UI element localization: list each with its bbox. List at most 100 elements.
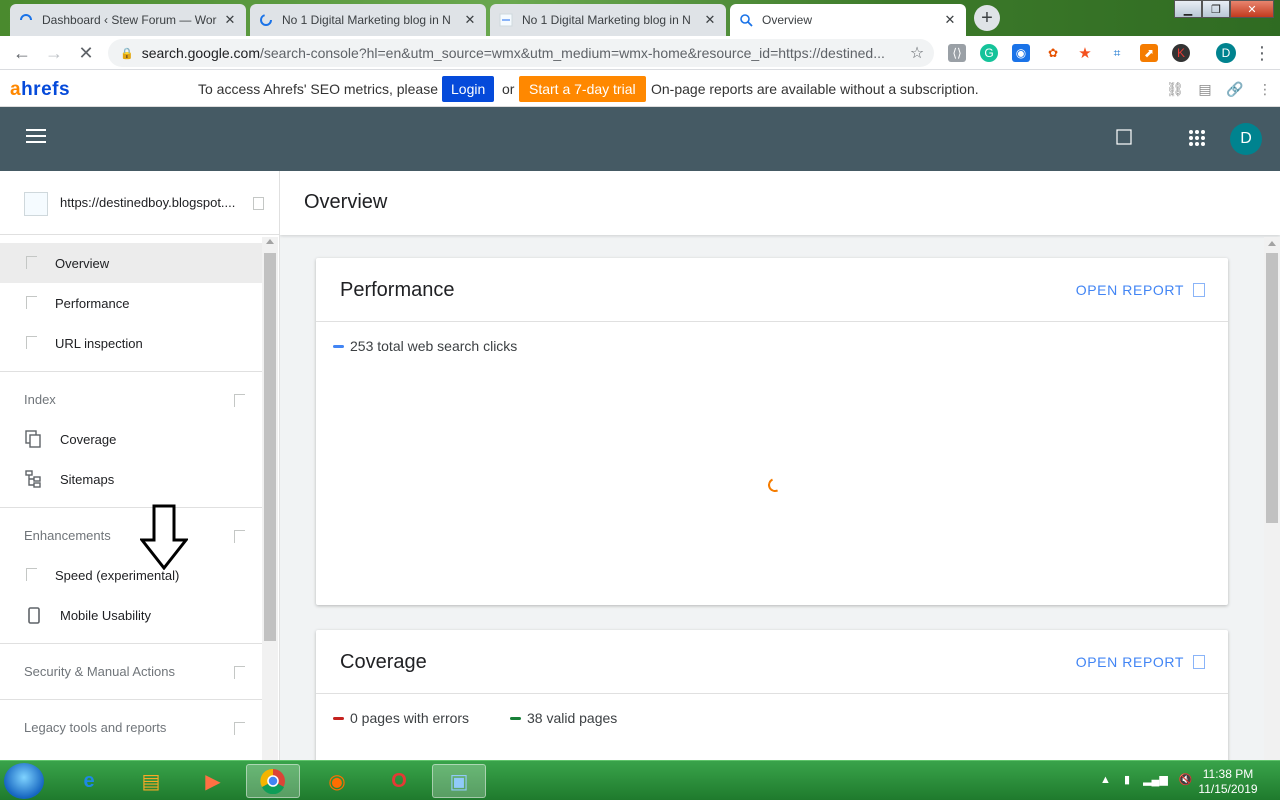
dropdown-icon[interactable] <box>253 197 264 210</box>
new-tab-button[interactable]: + <box>974 5 1000 31</box>
url-host: search.google.com <box>141 45 260 61</box>
search-console-header <box>0 107 1280 171</box>
close-tab-icon[interactable]: ✕ <box>702 12 718 28</box>
scroll-up-icon[interactable] <box>1268 241 1276 246</box>
legend-item: 38 valid pages <box>510 710 617 726</box>
tray-expand-icon[interactable]: ▲ <box>1100 774 1111 786</box>
ahrefs-trial-button[interactable]: Start a 7-day trial <box>519 76 646 102</box>
volume-muted-icon[interactable]: 🔇 <box>1179 774 1193 786</box>
windows-taskbar: e ▤ ▶ ◉ O ▣ ▲ ▮ ▂▄▆ 🔇 11:38 PM 11/15/201… <box>0 760 1280 800</box>
sidebar-item-sitemaps[interactable]: Sitemaps <box>0 459 262 499</box>
sidebar-item-overview[interactable]: Overview <box>0 243 262 283</box>
system-clock[interactable]: 11:38 PM 11/15/2019 <box>1196 767 1260 797</box>
back-icon[interactable]: ← <box>10 41 34 65</box>
sidebar-item-label: Mobile Usability <box>60 607 152 623</box>
address-bar[interactable]: 🔒 search.google.com /search-console?hl=e… <box>108 39 934 67</box>
sidebar-scrollbar[interactable] <box>262 237 278 760</box>
scrollbar-thumb[interactable] <box>1266 253 1278 523</box>
forward-icon[interactable]: → <box>42 41 66 65</box>
browser-toolbar: ← → ✕ 🔒 search.google.com /search-consol… <box>0 36 1280 70</box>
open-report-icon[interactable] <box>1193 283 1205 297</box>
coverage-card: Coverage OPEN REPORT 0 pages with errors… <box>316 630 1228 760</box>
grid-extension-icon[interactable]: ⌗ <box>1108 44 1126 62</box>
home-icon <box>26 256 37 269</box>
sidebar-item-coverage[interactable]: Coverage <box>0 419 262 459</box>
sidebar-item-label: Sitemaps <box>60 471 115 487</box>
picture-viewer-icon[interactable]: ▣ <box>432 764 486 798</box>
network-icon[interactable]: ▮ <box>1124 774 1130 786</box>
open-report-link[interactable]: OPEN REPORT <box>1076 654 1184 670</box>
chart-extension-icon[interactable]: ⬈ <box>1140 44 1158 62</box>
browser-tab-strip: Dashboard ‹ Stew Forum — Wor ✕ No 1 Digi… <box>0 0 1280 36</box>
link-icon[interactable]: 🔗 <box>1226 80 1244 98</box>
opera-icon[interactable]: O <box>372 764 426 798</box>
star-extension-icon[interactable]: ★ <box>1076 44 1094 62</box>
internet-explorer-icon[interactable]: e <box>62 764 116 798</box>
property-selector[interactable]: https://destinedboy.blogspot.... <box>0 171 279 235</box>
sidebar-item-speed[interactable]: Speed (experimental) <box>0 555 262 595</box>
grammarly-extension-icon[interactable]: G <box>980 44 998 62</box>
hamburger-menu-icon[interactable] <box>26 129 46 149</box>
start-button[interactable] <box>4 763 44 799</box>
broken-link-icon[interactable]: ⛓ <box>1166 80 1184 98</box>
menu-dots-icon[interactable]: ⋮ <box>1250 41 1274 65</box>
profile-avatar[interactable]: D <box>1216 43 1236 63</box>
ahrefs-menu-icon[interactable]: ⋮ <box>1256 80 1274 98</box>
site-favicon-icon <box>498 12 514 28</box>
sitemap-icon <box>25 470 43 491</box>
help-icon[interactable] <box>1116 129 1136 149</box>
section-label: Enhancements <box>24 528 111 543</box>
browser-tab[interactable]: No 1 Digital Marketing blog in N ✕ <box>250 4 486 36</box>
legend-item: 0 pages with errors <box>333 710 469 726</box>
legend-swatch <box>333 716 344 720</box>
ahrefs-login-button[interactable]: Login <box>442 76 495 102</box>
divider <box>316 321 1228 322</box>
close-window-icon[interactable]: ✕ <box>1230 0 1274 18</box>
honey-extension-icon[interactable]: ✿ <box>1044 44 1062 62</box>
open-report-icon[interactable] <box>1193 655 1205 669</box>
browser-tab-active[interactable]: Overview ✕ <box>730 4 966 36</box>
minimize-icon[interactable]: ▁ <box>1174 0 1202 18</box>
legend-text: 38 valid pages <box>527 710 618 726</box>
main-scrollbar[interactable] <box>1264 237 1280 760</box>
media-player-icon[interactable]: ▶ <box>186 764 240 798</box>
firefox-icon[interactable]: ◉ <box>310 764 364 798</box>
close-tab-icon[interactable]: ✕ <box>222 12 238 28</box>
sidebar-section-security[interactable]: Security & Manual Actions <box>0 643 262 699</box>
chrome-icon[interactable] <box>246 764 300 798</box>
sidebar-item-url-inspection[interactable]: URL inspection <box>0 323 262 363</box>
open-report-link[interactable]: OPEN REPORT <box>1076 282 1184 298</box>
sidebar-item-label: Coverage <box>60 431 117 447</box>
speed-icon <box>26 568 37 581</box>
close-tab-icon[interactable]: ✕ <box>462 12 478 28</box>
page-icon[interactable]: ▤ <box>1196 80 1214 98</box>
close-tab-icon[interactable]: ✕ <box>942 12 958 28</box>
property-favicon <box>24 192 48 216</box>
sidebar-section-legacy[interactable]: Legacy tools and reports <box>0 699 262 755</box>
collapse-icon[interactable] <box>234 394 245 407</box>
k-extension-icon[interactable]: K <box>1172 44 1190 62</box>
tab-title: Dashboard ‹ Stew Forum — Wor <box>42 13 217 27</box>
stop-loading-icon[interactable]: ✕ <box>74 41 98 65</box>
down-arrow-annotation-icon <box>140 504 188 570</box>
scrollbar-thumb[interactable] <box>264 253 276 641</box>
browser-tab[interactable]: Dashboard ‹ Stew Forum — Wor ✕ <box>10 4 246 36</box>
signal-icon[interactable]: ▂▄▆ <box>1143 774 1168 786</box>
code-extension-icon[interactable]: ⟨⟩ <box>948 44 966 62</box>
sidebar-item-performance[interactable]: Performance <box>0 283 262 323</box>
system-tray: ▲ ▮ ▂▄▆ 🔇 <box>1100 773 1193 786</box>
file-explorer-icon[interactable]: ▤ <box>124 764 178 798</box>
legend-swatch <box>510 716 521 720</box>
scroll-up-icon[interactable] <box>266 239 274 244</box>
url-path: /search-console?hl=en&utm_source=wmx&utm… <box>260 45 885 61</box>
expand-icon[interactable] <box>234 722 245 735</box>
collapse-icon[interactable] <box>234 530 245 543</box>
restore-icon[interactable]: ❐ <box>1202 0 1230 18</box>
account-avatar[interactable]: D <box>1230 123 1262 155</box>
browser-tab[interactable]: No 1 Digital Marketing blog in N ✕ <box>490 4 726 36</box>
sidebar-item-mobile-usability[interactable]: Mobile Usability <box>0 595 262 635</box>
expand-icon[interactable] <box>234 666 245 679</box>
apps-grid-icon[interactable] <box>1188 129 1208 149</box>
bookmark-star-icon[interactable]: ☆ <box>905 41 929 65</box>
feed-extension-icon[interactable]: ◉ <box>1012 44 1030 62</box>
